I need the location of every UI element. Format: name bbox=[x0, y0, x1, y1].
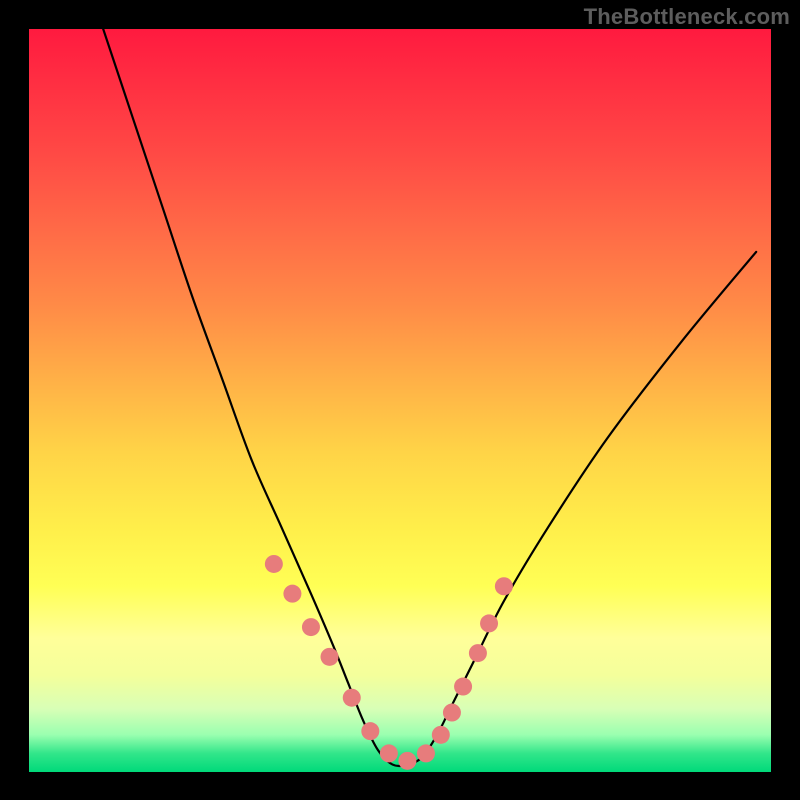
sample-point bbox=[265, 555, 283, 573]
sample-point bbox=[302, 618, 320, 636]
sample-point bbox=[343, 689, 361, 707]
sample-point bbox=[380, 744, 398, 762]
marker-group bbox=[265, 555, 513, 770]
curve-group bbox=[103, 29, 756, 766]
sample-point bbox=[495, 577, 513, 595]
bottleneck-curve bbox=[103, 29, 756, 766]
chart-svg bbox=[29, 29, 771, 772]
sample-point bbox=[321, 648, 339, 666]
sample-point bbox=[443, 704, 461, 722]
sample-point bbox=[417, 744, 435, 762]
sample-point bbox=[432, 726, 450, 744]
sample-point bbox=[361, 722, 379, 740]
chart-container: TheBottleneck.com bbox=[0, 0, 800, 800]
sample-point bbox=[454, 678, 472, 696]
plot-area bbox=[29, 29, 771, 772]
sample-point bbox=[480, 614, 498, 632]
watermark-text: TheBottleneck.com bbox=[584, 4, 790, 30]
sample-point bbox=[283, 585, 301, 603]
sample-point bbox=[469, 644, 487, 662]
sample-point bbox=[398, 752, 416, 770]
